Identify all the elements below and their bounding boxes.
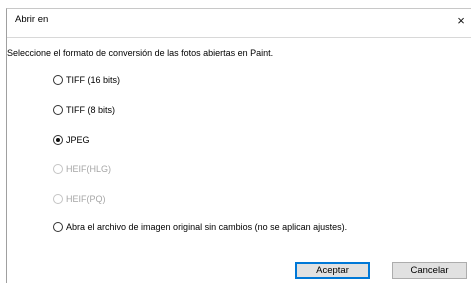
option-label: Abra el archivo de imagen original sin c…	[66, 222, 348, 232]
option-original[interactable]: Abra el archivo de imagen original sin c…	[53, 222, 347, 232]
title-bar: Abrir en ×	[7, 9, 471, 31]
option-label: HEIF(HLG)	[66, 164, 111, 174]
option-tiff-16[interactable]: TIFF (16 bits)	[53, 75, 120, 85]
title-divider	[7, 37, 471, 38]
option-label: HEIF(PQ)	[66, 194, 106, 204]
option-heif-hlg: HEIF(HLG)	[53, 164, 111, 174]
option-heif-pq: HEIF(PQ)	[53, 194, 106, 204]
radio-jpeg[interactable]	[53, 135, 63, 145]
radio-original[interactable]	[53, 222, 63, 232]
cancel-button[interactable]: Cancelar	[392, 262, 467, 279]
option-label: TIFF (8 bits)	[66, 105, 115, 115]
radio-heif-hlg	[53, 164, 63, 174]
option-label: JPEG	[66, 135, 90, 145]
open-in-dialog: Abrir en × Seleccione el formato de conv…	[6, 8, 471, 283]
radio-heif-pq	[53, 194, 63, 204]
dialog-title: Abrir en	[15, 14, 49, 25]
option-tiff-8[interactable]: TIFF (8 bits)	[53, 105, 115, 115]
radio-tiff-16[interactable]	[53, 75, 63, 85]
option-jpeg[interactable]: JPEG	[53, 135, 90, 145]
close-icon[interactable]: ×	[452, 11, 470, 29]
prompt-text: Seleccione el formato de conversión de l…	[7, 48, 274, 58]
radio-tiff-8[interactable]	[53, 105, 63, 115]
option-label: TIFF (16 bits)	[66, 75, 121, 85]
accept-button[interactable]: Aceptar	[295, 262, 370, 279]
